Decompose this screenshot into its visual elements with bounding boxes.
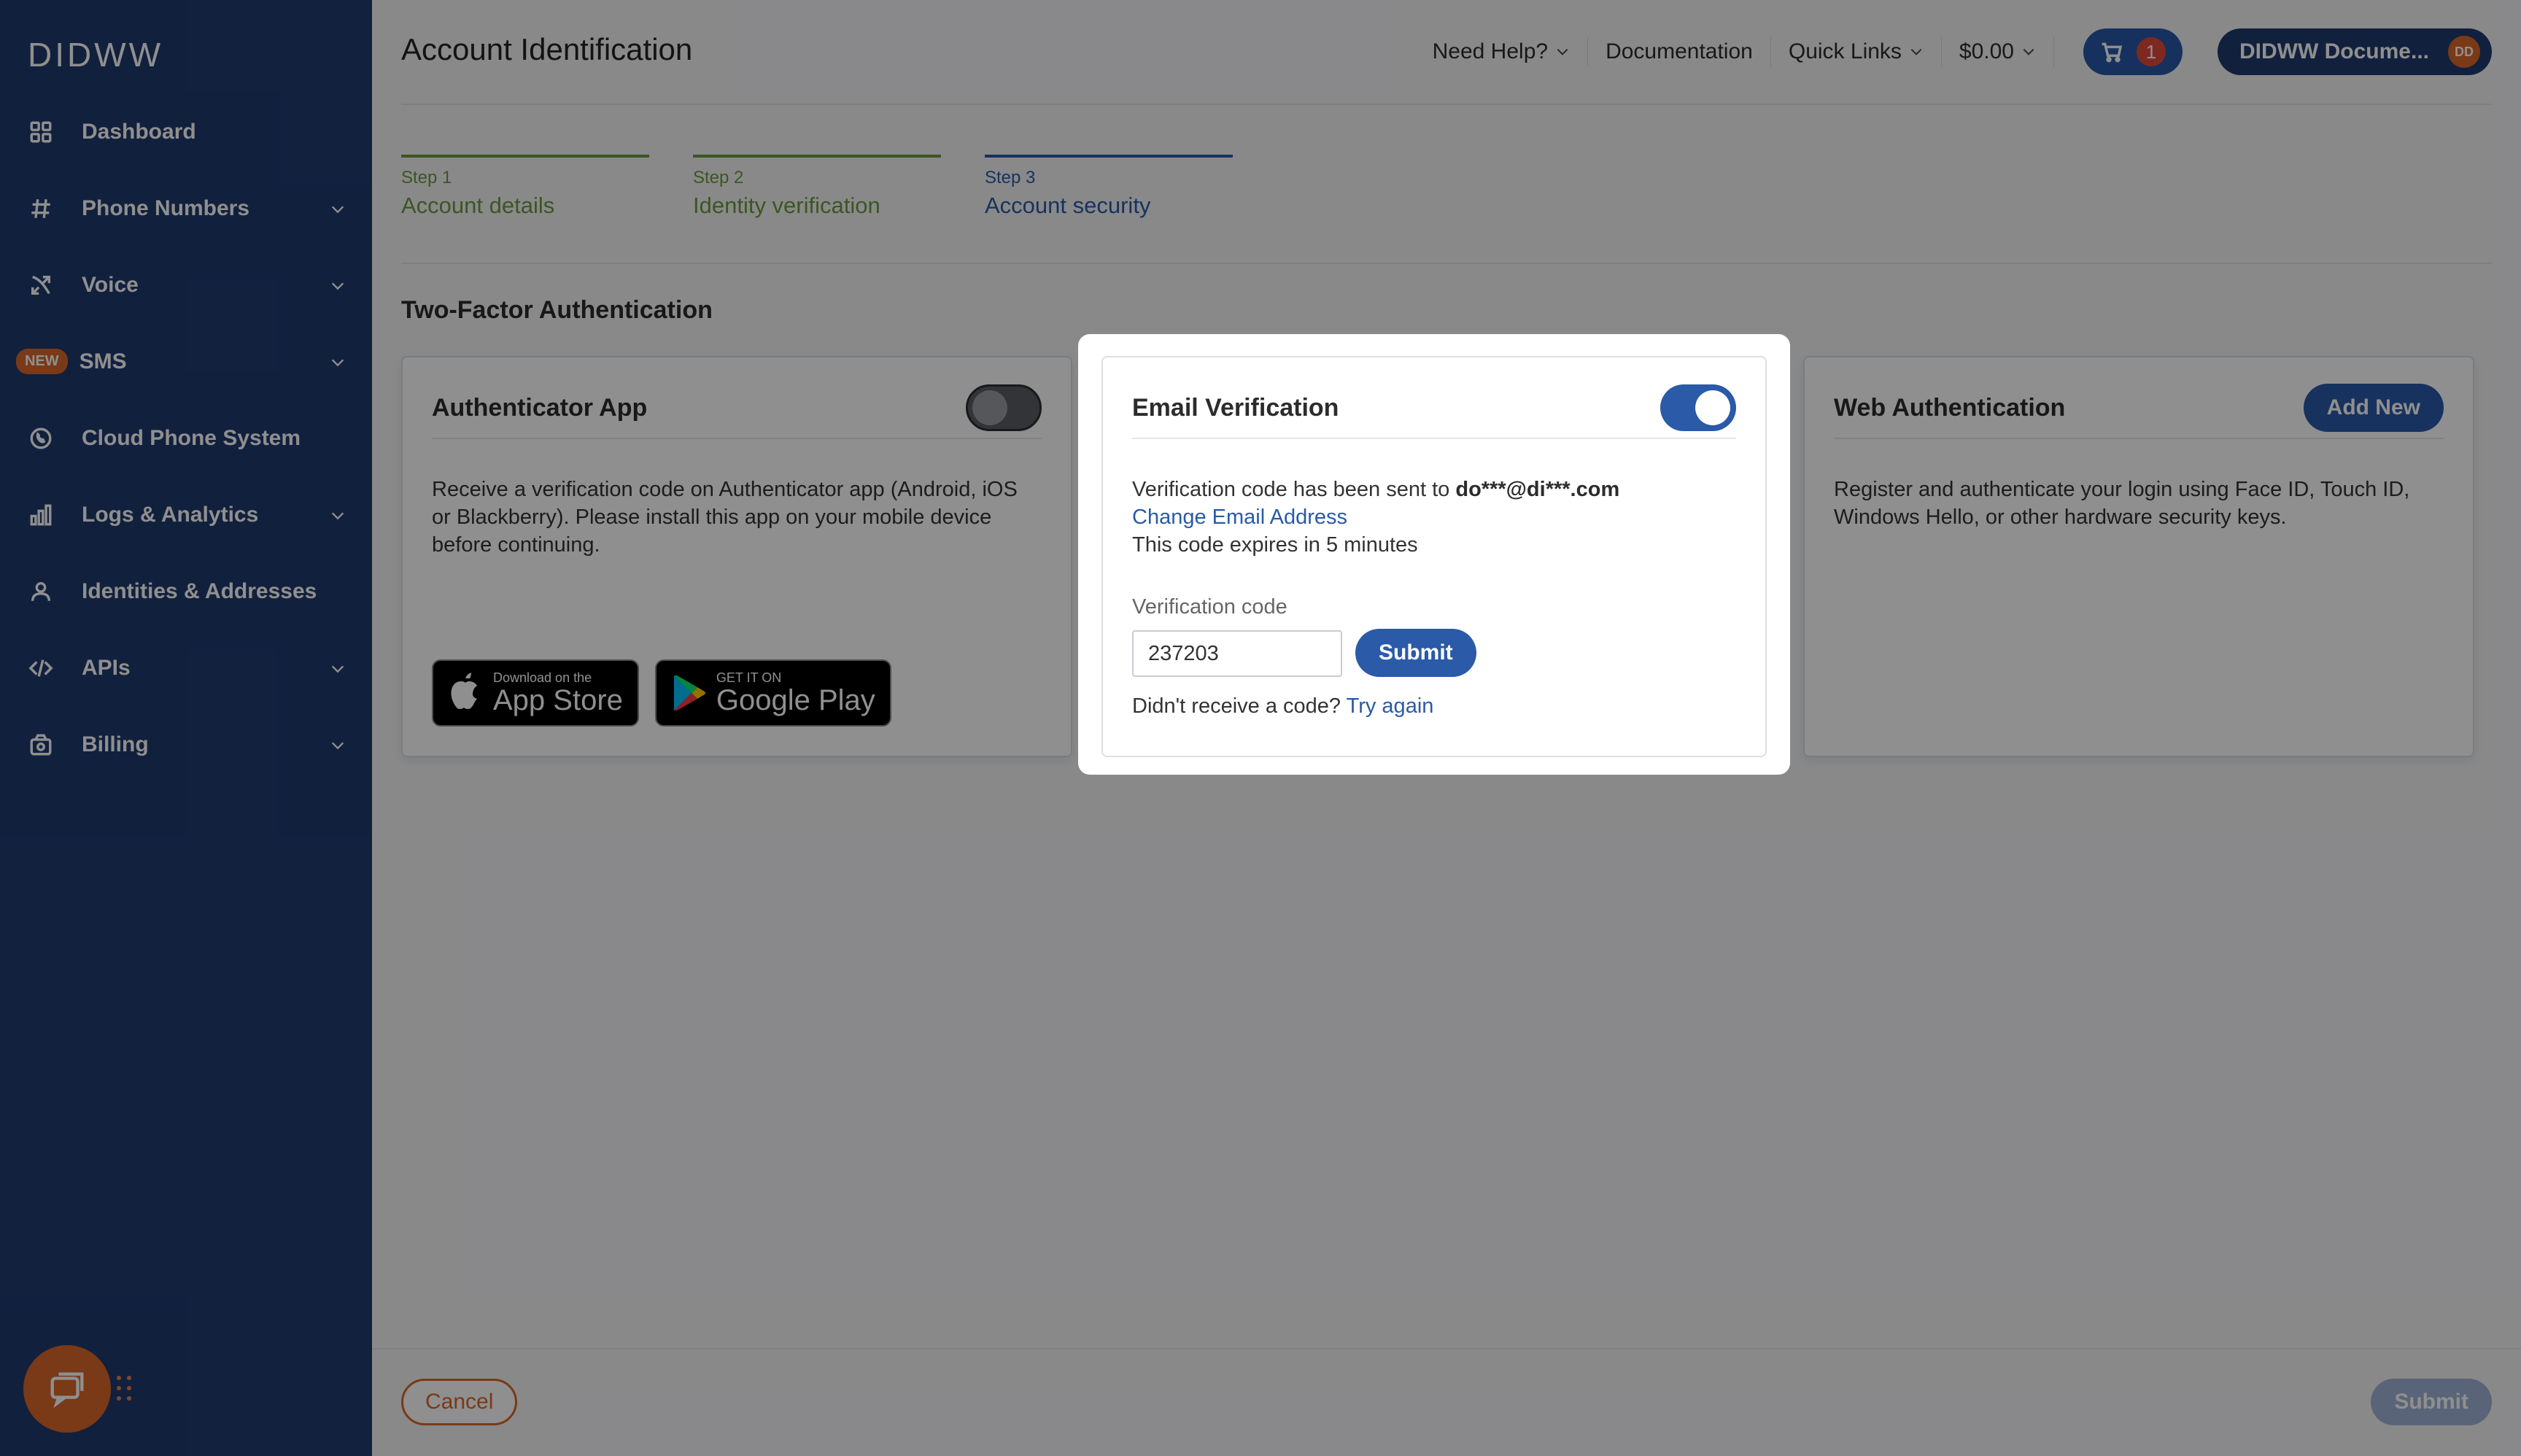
sent-message: Verification code has been sent to do***… [1132, 476, 1619, 503]
email-verification-modal: Email Verification Verification code has… [1078, 334, 1790, 775]
submit-code-button[interactable]: Submit [1355, 629, 1476, 677]
email-verification-toggle[interactable] [1660, 384, 1736, 431]
resend-row: Didn't receive a code? Try again [1132, 694, 1433, 719]
card-title: Email Verification [1132, 393, 1339, 422]
email-verification-card: Email Verification Verification code has… [1101, 356, 1767, 757]
try-again-link[interactable]: Try again [1347, 694, 1434, 718]
card-header: Email Verification [1132, 378, 1736, 439]
sent-prefix: Verification code has been sent to [1132, 478, 1456, 501]
resend-prefix: Didn't receive a code? [1132, 694, 1347, 718]
expiry-text: This code expires in 5 minutes [1132, 533, 1418, 557]
verification-code-label: Verification code [1132, 595, 1287, 619]
toggle-knob [1695, 390, 1730, 425]
verification-code-input[interactable] [1132, 630, 1342, 677]
change-email-link[interactable]: Change Email Address [1132, 503, 1619, 531]
masked-email: do***@di***.com [1455, 478, 1620, 501]
verification-info: Verification code has been sent to do***… [1132, 476, 1619, 559]
